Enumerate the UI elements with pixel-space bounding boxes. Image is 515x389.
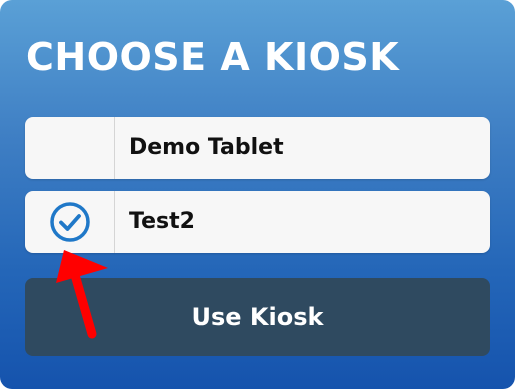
choose-kiosk-dialog: CHOOSE A KIOSK Demo Tablet Test2 Use Kio… [0,0,515,389]
kiosk-option-demo-tablet[interactable]: Demo Tablet [25,117,490,179]
kiosk-option-label: Demo Tablet [129,135,284,160]
kiosk-check-cell[interactable] [25,117,115,179]
kiosk-check-cell[interactable] [25,191,115,253]
kiosk-option-test2[interactable]: Test2 [25,191,490,253]
use-kiosk-button[interactable]: Use Kiosk [25,278,490,356]
kiosk-option-label: Test2 [129,209,195,234]
kiosk-list: Demo Tablet Test2 [25,117,490,265]
dialog-title: CHOOSE A KIOSK [26,35,400,79]
check-circle-icon [49,202,90,242]
